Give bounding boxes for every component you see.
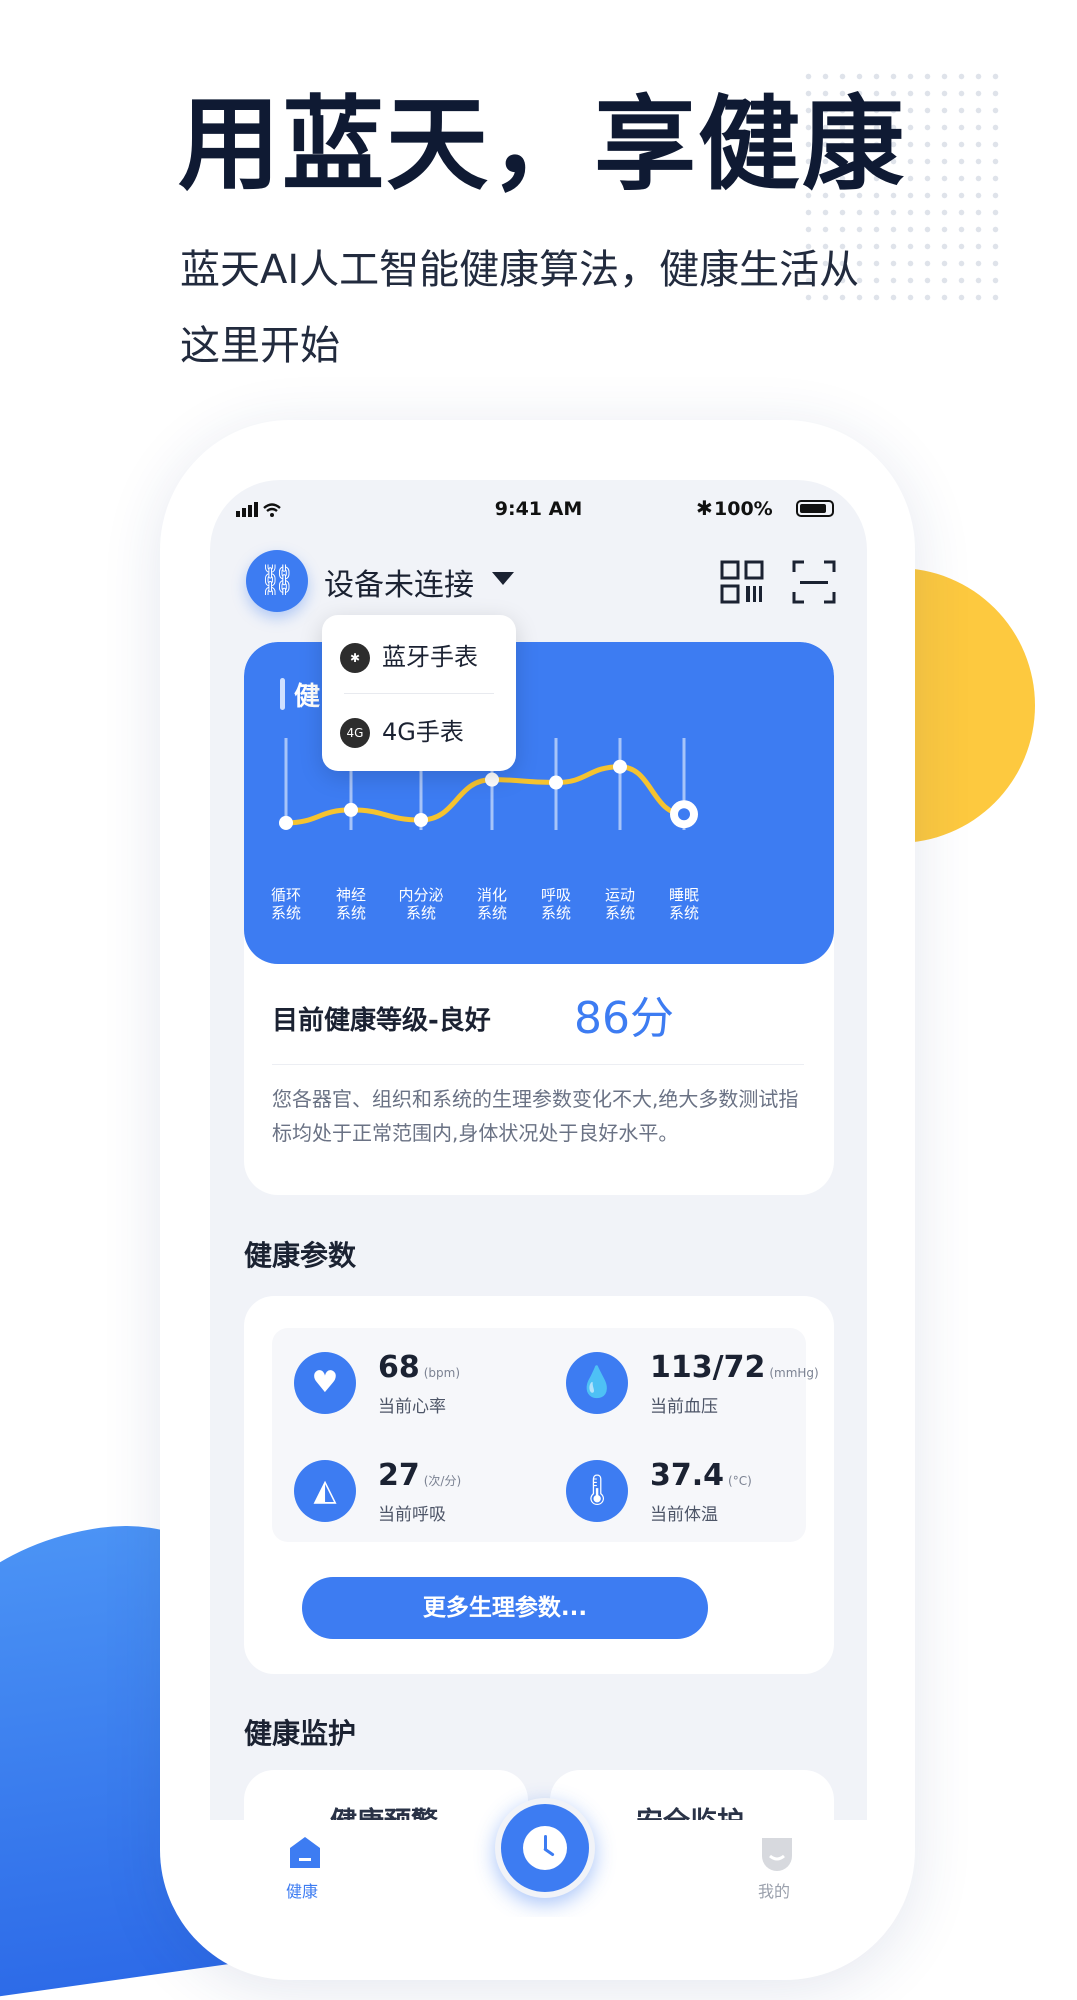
param-heart-rate[interactable]: ♥ 68 (bpm) 当前心率	[294, 1350, 534, 1420]
nose-icon: ◭	[294, 1460, 356, 1522]
divider	[344, 693, 494, 694]
blood-drop-icon: 💧	[566, 1352, 628, 1414]
param-unit: (bpm)	[423, 1366, 461, 1380]
health-description: 您各器官、组织和系统的生理参数变化不大,绝大多数测试指标均处于正常范围内,身体状…	[272, 1087, 799, 1145]
battery-icon	[796, 500, 834, 517]
chart-category-label: 消化	[477, 886, 507, 904]
param-unit: (mmHg)	[769, 1366, 819, 1380]
menu-item-bluetooth-watch[interactable]: ✱ 蓝牙手表	[340, 637, 510, 683]
menu-item-4g-watch[interactable]: 4G 4G手表	[340, 712, 510, 758]
chart-category-label: 内分泌	[398, 886, 443, 904]
device-status-label[interactable]: 设备未连接	[324, 560, 474, 604]
param-value: 113/72	[650, 1350, 766, 1385]
chart-category-label: 呼吸	[541, 886, 571, 904]
chart-category-label: 系统	[541, 904, 571, 922]
tab-mine[interactable]: 我的	[742, 1820, 812, 1910]
param-label: 当前体温	[650, 1505, 718, 1525]
tab-label: 健康	[286, 1882, 319, 1901]
link-icon[interactable]: ⛓	[246, 550, 308, 612]
chart-point	[613, 759, 627, 774]
param-label: 当前呼吸	[378, 1505, 446, 1525]
param-value-row: 27 (次/分)	[378, 1458, 461, 1493]
chart-category-label: 系统	[605, 904, 635, 922]
chart-point	[279, 815, 293, 830]
health-score: 86分	[574, 993, 674, 1044]
param-blood-pressure[interactable]: 💧 113/72 (mmHg) 当前血压	[566, 1350, 819, 1420]
param-temperature[interactable]: 🌡 37.4 (°C) 当前体温	[566, 1458, 806, 1528]
tab-home[interactable]: 健康	[270, 1820, 340, 1910]
health-level-label: 目前健康等级-良好	[272, 1006, 491, 1036]
param-value: 27	[378, 1458, 420, 1493]
promo-subline: 蓝天AI人工智能健康算法，健康生活从这里开始	[180, 247, 860, 369]
history-button[interactable]	[495, 1798, 595, 1898]
chart-category-label: 系统	[271, 904, 301, 922]
battery-percent: 100%	[714, 498, 773, 520]
phone-screen: 9:41 AM ✱ 100% ⛓ 设备未连接 健 循环 系统 神经 系统 内分泌 系统 消化…	[210, 480, 867, 1917]
monitor-section-title: 健康监护	[244, 1717, 357, 1750]
chevron-down-icon[interactable]	[492, 572, 514, 585]
chart-point	[549, 775, 563, 790]
status-bar: 9:41 AM ✱ 100%	[210, 496, 867, 538]
chart-category-label: 系统	[477, 904, 507, 922]
param-value: 37.4	[650, 1458, 725, 1493]
qr-code-icon[interactable]	[720, 560, 764, 604]
scan-icon[interactable]	[792, 560, 836, 604]
chart-point	[344, 802, 358, 817]
tab-label: 我的	[758, 1882, 791, 1901]
chart-category-label: 系统	[406, 904, 436, 922]
chart-category-label: 睡眠	[669, 886, 699, 904]
heart-rate-icon: ♥	[294, 1352, 356, 1414]
chart-category-label: 系统	[669, 904, 699, 922]
chart-point	[414, 813, 428, 827]
param-label: 当前血压	[650, 1397, 718, 1417]
param-value: 68	[378, 1350, 420, 1385]
chart-category-label: 运动	[605, 886, 635, 904]
clock-icon	[523, 1826, 567, 1870]
params-section-title: 健康参数	[244, 1239, 357, 1272]
param-unit: (次/分)	[423, 1474, 462, 1488]
user-icon	[762, 1838, 792, 1871]
more-params-button[interactable]: 更多生理参数...	[302, 1577, 708, 1639]
chart-category-label: 系统	[336, 904, 366, 922]
4g-icon: 4G	[340, 718, 370, 748]
thermometer-icon: 🌡	[566, 1460, 628, 1522]
param-respiration[interactable]: ◭ 27 (次/分) 当前呼吸	[294, 1458, 534, 1528]
bluetooth-icon: ✱	[696, 496, 713, 520]
chart-category-label: 循环	[271, 886, 301, 904]
home-icon	[290, 1837, 320, 1868]
menu-item-label: 4G手表	[382, 718, 464, 746]
device-dropdown: ✱ 蓝牙手表 4G 4G手表	[322, 615, 516, 771]
param-label: 当前心率	[378, 1397, 446, 1417]
params-grid: ♥ 68 (bpm) 当前心率 💧 113/72 (mmHg) 当前血压 ◭ 27(…	[272, 1328, 819, 1542]
chart-point-selected	[678, 808, 690, 821]
param-value-row: 113/72 (mmHg)	[650, 1350, 819, 1385]
chart-point	[485, 772, 499, 787]
menu-item-label: 蓝牙手表	[382, 643, 478, 671]
bluetooth-icon: ✱	[340, 643, 370, 673]
param-value-row: 68 (bpm)	[378, 1350, 460, 1385]
divider	[272, 1064, 804, 1065]
param-unit: (°C)	[728, 1474, 752, 1488]
chart-category-label: 神经	[336, 886, 366, 904]
promo-headline: 用蓝天，享健康	[178, 86, 906, 205]
param-value-row: 37.4 (°C)	[650, 1458, 752, 1493]
